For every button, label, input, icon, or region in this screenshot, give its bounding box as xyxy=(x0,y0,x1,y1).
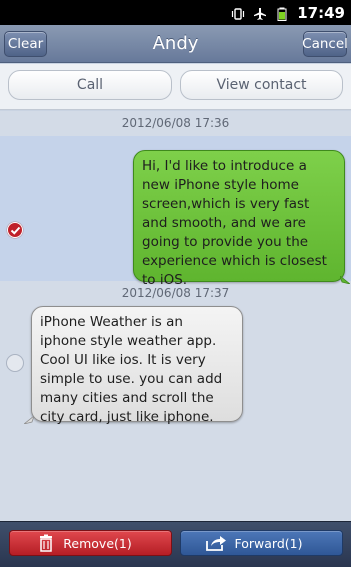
status-bar: 17:49 xyxy=(0,0,351,25)
trash-icon xyxy=(40,534,52,552)
message-timestamp: 2012/06/08 17:37 xyxy=(121,286,230,300)
contact-action-row: Call View contact xyxy=(0,64,351,110)
outgoing-message-bubble[interactable]: Hi, I'd like to introduce a new iPhone s… xyxy=(133,150,345,288)
status-icons xyxy=(231,6,289,21)
remove-button[interactable]: Remove(1) xyxy=(9,530,172,556)
message-row[interactable]: iPhone Weather is an iphone style weathe… xyxy=(0,306,351,521)
selected-check-icon[interactable] xyxy=(7,222,23,238)
message-row-selected[interactable]: Hi, I'd like to introduce a new iPhone s… xyxy=(0,136,351,288)
conversation-title: Andy xyxy=(152,33,199,54)
call-button[interactable]: Call xyxy=(8,70,172,100)
unselected-check-icon[interactable] xyxy=(6,354,24,372)
status-time: 17:49 xyxy=(297,3,345,22)
title-bar: Clear Andy Cancel xyxy=(0,25,351,63)
forward-label: Forward(1) xyxy=(234,535,303,551)
clear-button[interactable]: Clear xyxy=(4,31,47,57)
battery-icon xyxy=(275,6,289,21)
remove-label: Remove(1) xyxy=(63,535,132,551)
bubble-tail-icon xyxy=(24,416,34,424)
bottom-action-bar: Remove(1) Forward(1) xyxy=(0,521,351,567)
forward-icon xyxy=(206,536,226,551)
message-list: 2012/06/08 17:36 Hi, I'd like to introdu… xyxy=(0,111,351,521)
airplane-mode-icon xyxy=(253,6,267,20)
vibrate-icon xyxy=(231,6,245,20)
forward-button[interactable]: Forward(1) xyxy=(180,530,343,556)
incoming-message-bubble[interactable]: iPhone Weather is an iphone style weathe… xyxy=(31,306,243,425)
cancel-button[interactable]: Cancel xyxy=(302,31,348,57)
view-contact-button[interactable]: View contact xyxy=(180,70,343,100)
message-timestamp: 2012/06/08 17:36 xyxy=(121,116,230,130)
